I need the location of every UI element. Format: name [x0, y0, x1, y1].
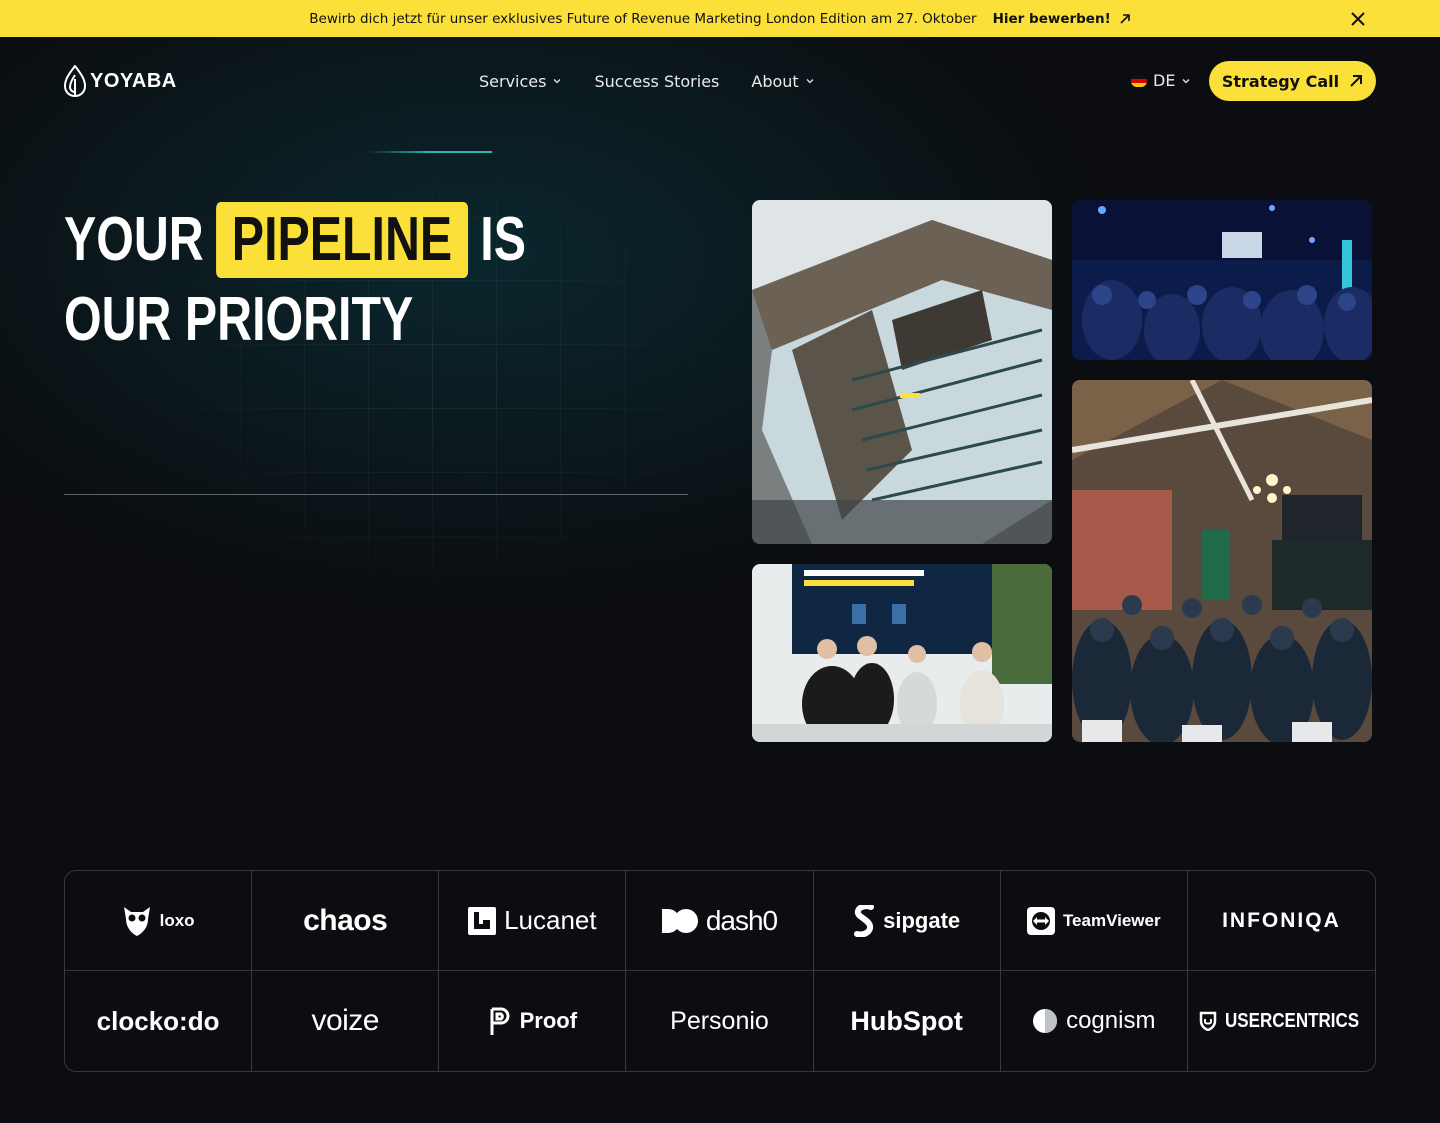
headline-word-your: YOUR	[64, 205, 204, 274]
brand-logo[interactable]: YOYABA	[64, 65, 177, 97]
client-logo-text: Personio	[670, 1006, 769, 1035]
dash0-mark-icon	[661, 908, 698, 933]
arrow-up-right-icon	[1350, 75, 1363, 87]
client-logo-sipgate: sipgate	[813, 871, 1001, 971]
client-logo-text: Lucanet	[504, 905, 597, 935]
nav-item-services[interactable]: Services	[479, 70, 562, 92]
client-logo-chaos: chaos	[252, 871, 440, 971]
headline-highlight: PIPELINE	[216, 202, 468, 278]
owl-icon	[123, 906, 150, 936]
client-logo-dash0: dash0	[626, 871, 814, 971]
client-logo-text: cognism	[1066, 1007, 1156, 1034]
headline-line-1: YOUR PIPELINE IS	[64, 200, 526, 280]
client-logo-proof: Proof	[439, 971, 627, 1071]
client-logo-hubspot: HubSpot	[814, 971, 1001, 1071]
announcement-message: Bewirb dich jetzt für unser exklusives F…	[309, 10, 977, 27]
announcement-apply-label: Hier bewerben!	[992, 10, 1111, 27]
client-logo-usercentrics: USERCENTRICS	[1188, 971, 1375, 1071]
teamviewer-mark-icon	[1026, 906, 1055, 935]
lucanet-mark-icon	[468, 906, 497, 935]
hero-headline: YOUR PIPELINE IS OUR PRIORITY	[64, 200, 526, 360]
client-logo-cognism: cognism	[1001, 971, 1188, 1071]
nav-item-label: About	[751, 71, 799, 91]
german-flag-icon	[1131, 74, 1147, 87]
headline-line-2: OUR PRIORITY	[64, 285, 414, 354]
client-logo-personio: Personio	[626, 971, 814, 1071]
headline-word-is: IS	[480, 205, 526, 274]
client-logo-text: loxo	[159, 910, 195, 930]
client-logo-lucanet: Lucanet	[439, 871, 627, 971]
nav-item-label: Services	[479, 71, 547, 91]
client-logo-text: voize	[311, 1004, 379, 1037]
client-logo-text: USERCENTRICS	[1224, 1009, 1359, 1032]
language-label: DE	[1153, 71, 1176, 90]
client-logo-text: clocko:do	[96, 1005, 220, 1036]
arrow-up-right-icon	[1120, 13, 1130, 24]
announcement-bar: Bewirb dich jetzt für unser exklusives F…	[0, 0, 1440, 37]
chevron-down-icon	[1182, 78, 1190, 83]
client-logo-loxo: loxo	[65, 871, 253, 971]
yoyaba-leaf-icon	[64, 65, 86, 97]
panel-discussion-photo	[752, 564, 1052, 742]
nav-item-about[interactable]: About	[751, 70, 814, 92]
proof-mark-icon	[490, 1007, 510, 1035]
client-logo-text: chaos	[303, 903, 388, 937]
nav-item-success-stories[interactable]: Success Stories	[594, 70, 719, 92]
client-logo-text: TeamViewer	[1062, 910, 1161, 930]
client-logo-teamviewer: TeamViewer	[1000, 871, 1188, 971]
client-logo-text: HubSpot	[850, 1005, 963, 1036]
client-logo-text: sipgate	[883, 907, 961, 933]
strategy-call-button[interactable]: Strategy Call	[1209, 61, 1376, 101]
close-icon[interactable]	[1348, 9, 1368, 29]
client-logo-text: INFONIQA	[1222, 908, 1341, 932]
sipgate-mark-icon	[854, 904, 875, 937]
chevron-down-icon	[554, 79, 561, 84]
client-logo-infoniqa: INFONIQA	[1187, 871, 1375, 971]
hero-divider	[64, 494, 688, 495]
client-logo-voize: voize	[252, 971, 440, 1071]
client-logos-grid: loxo chaos Lucanet dash0 sipgate TeamVie…	[64, 870, 1376, 1072]
office-building-photo	[752, 200, 1052, 544]
client-logo-text: dash0	[705, 904, 778, 936]
event-audience-photo	[1072, 200, 1372, 360]
nav-item-label: Success Stories	[594, 71, 720, 91]
main-nav: Services Success Stories About	[479, 70, 815, 92]
brand-name: YOYABA	[90, 69, 177, 92]
client-logo-text: Proof	[519, 1008, 578, 1033]
chevron-down-icon	[806, 79, 814, 84]
client-logo-clockodo: clocko:do	[65, 971, 253, 1071]
hero-glow-line	[368, 151, 492, 153]
announcement-apply-link[interactable]: Hier bewerben!	[993, 11, 1131, 27]
cognism-mark-icon	[1033, 1009, 1058, 1033]
strategy-call-label: Strategy Call	[1221, 71, 1340, 91]
conference-hall-photo	[1072, 380, 1372, 742]
language-selector[interactable]: DE	[1131, 71, 1191, 90]
shield-icon	[1199, 1011, 1216, 1031]
